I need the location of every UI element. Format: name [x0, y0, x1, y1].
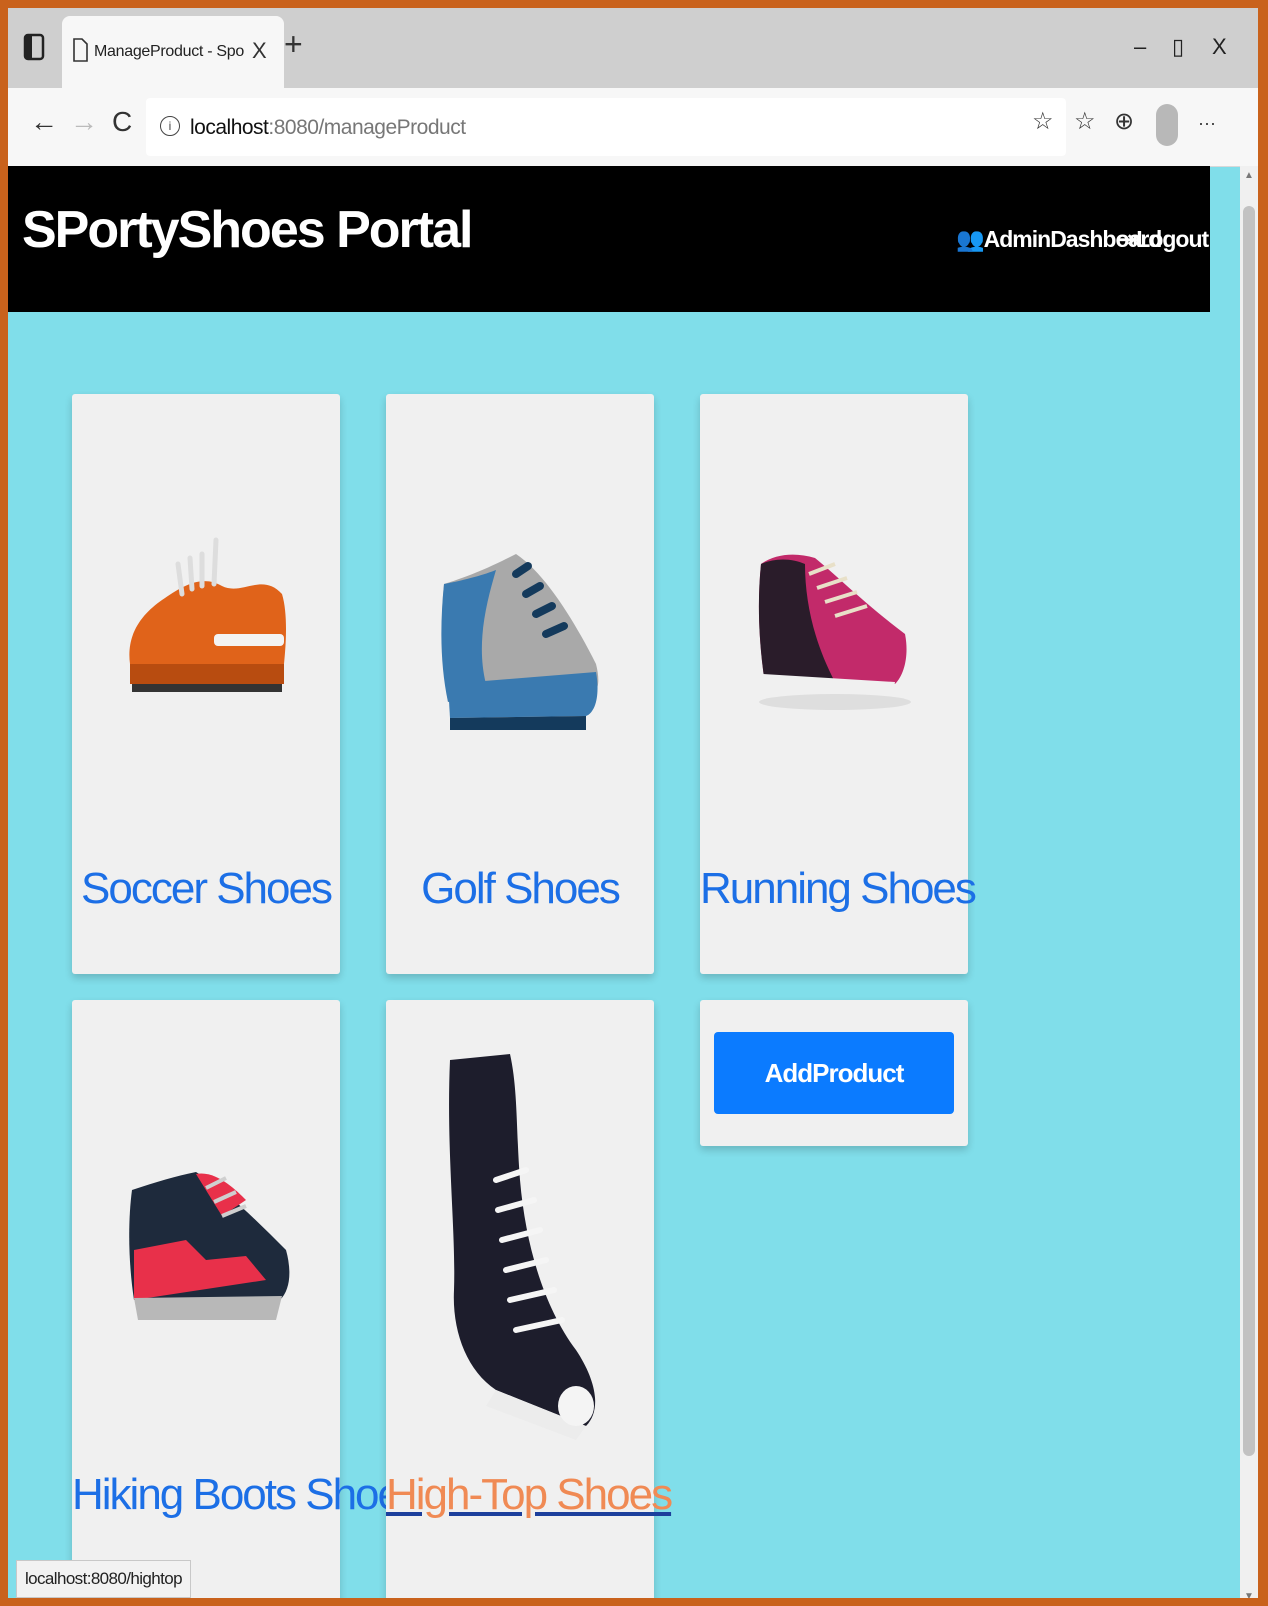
minimize-icon[interactable]: – — [1134, 36, 1146, 58]
site-navbar: SPortyShoes Portal 👥AdminDashboard ⇥Logo… — [8, 166, 1210, 312]
product-card: High-Top Shoes — [386, 1000, 673, 1598]
restore-icon[interactable]: ▯ — [1172, 36, 1184, 58]
high-top-shoes-link[interactable]: High-Top Shoes — [386, 1470, 673, 1520]
hiking-boots-shoes-link[interactable]: Hiking Boots Shoes — [72, 1470, 422, 1520]
tab-actions-icon[interactable] — [22, 32, 48, 62]
product-card: Running Shoes — [700, 394, 977, 974]
product-card: Golf Shoes — [386, 394, 654, 974]
favorites-icon[interactable]: ☆ — [1074, 110, 1096, 134]
logout-icon: ⇥ — [1118, 226, 1137, 252]
page-icon — [72, 38, 88, 67]
info-icon[interactable]: i — [160, 116, 180, 136]
scroll-down-icon[interactable]: ▼ — [1244, 1591, 1254, 1598]
soccer-shoes-link[interactable]: Soccer Shoes — [72, 864, 340, 914]
running-shoe-image — [758, 554, 911, 710]
add-product-button[interactable]: AddProduct — [714, 1032, 954, 1114]
tab-strip: ManageProduct - SportyShoes.c X + – ▯ X — [8, 8, 1258, 88]
back-icon[interactable]: ← — [30, 108, 58, 136]
page-scrollbar[interactable]: ▲ ▼ — [1240, 166, 1258, 1598]
status-url: localhost:8080/hightop — [16, 1560, 191, 1598]
new-tab-icon[interactable]: + — [284, 28, 303, 60]
golf-shoe-image — [441, 554, 599, 730]
hiking-shoe-image — [129, 1172, 290, 1320]
scroll-up-icon[interactable]: ▲ — [1244, 170, 1254, 181]
tab-close-icon[interactable]: X — [252, 38, 267, 64]
users-icon: 👥 — [956, 226, 985, 252]
url-path: :8080/manageProduct — [268, 116, 466, 139]
address-bar[interactable]: i localhost:8080/manageProduct — [146, 98, 1066, 156]
scrollbar-thumb[interactable] — [1243, 206, 1255, 1456]
add-product-card: AddProduct — [700, 1000, 968, 1146]
page-viewport: SPortyShoes Portal 👥AdminDashboard ⇥Logo… — [8, 166, 1210, 1598]
refresh-icon[interactable]: C — [112, 108, 132, 136]
golf-shoes-link[interactable]: Golf Shoes — [386, 864, 654, 914]
window-close-icon[interactable]: X — [1212, 36, 1227, 58]
browser-tab[interactable]: ManageProduct - SportyShoes.c X — [62, 16, 284, 88]
url-host: localhost — [190, 116, 269, 139]
product-card: Hiking Boots Shoes — [72, 1000, 422, 1598]
soccer-shoe-image — [129, 537, 286, 692]
running-shoes-link[interactable]: Running Shoes — [700, 864, 977, 914]
logout-label: Logout — [1136, 226, 1209, 252]
site-brand[interactable]: SPortyShoes Portal — [22, 200, 473, 260]
profile-avatar[interactable] — [1156, 104, 1178, 146]
high-top-sneaker-image — [449, 1054, 596, 1440]
browser-toolbar: ← → C i localhost:8080/manageProduct ☆ ☆… — [8, 88, 1258, 167]
tab-title: ManageProduct - SportyShoes.c — [94, 43, 244, 60]
add-favorite-icon[interactable]: ☆ — [1032, 110, 1054, 134]
more-icon[interactable]: ··· — [1198, 114, 1216, 132]
collections-icon[interactable]: ⊕ — [1114, 110, 1134, 134]
url-text: localhost:8080/manageProduct — [190, 116, 466, 140]
product-card: Soccer Shoes — [72, 394, 340, 974]
browser-window: ManageProduct - SportyShoes.c X + – ▯ X … — [0, 0, 1268, 1606]
forward-icon[interactable]: → — [70, 108, 98, 136]
logout-link[interactable]: ⇥Logout — [1118, 226, 1209, 253]
